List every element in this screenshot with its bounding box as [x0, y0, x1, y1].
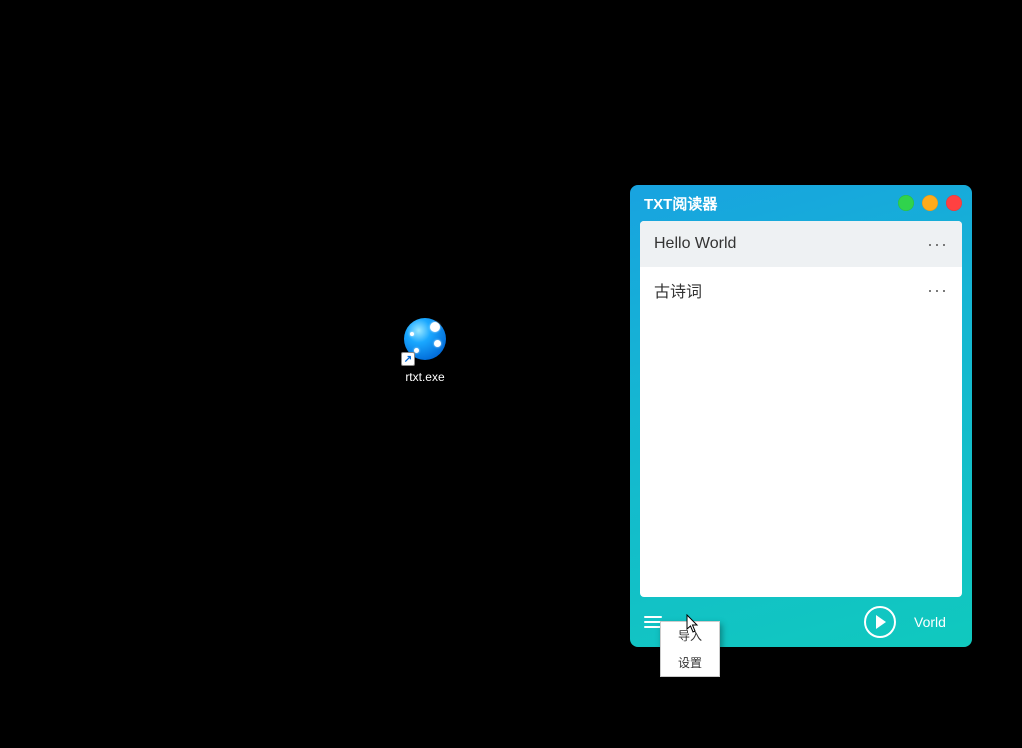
file-list-panel: Hello World ··· 古诗词 ···: [640, 221, 962, 597]
play-icon: [876, 615, 886, 629]
play-button[interactable]: [864, 606, 896, 638]
menu-item-settings[interactable]: 设置: [661, 649, 719, 676]
minimize-button[interactable]: [898, 195, 914, 211]
window-title: TXT阅读器: [644, 193, 890, 214]
desktop-shortcut-rtxt[interactable]: ↗ rtxt.exe: [395, 318, 455, 384]
txt-reader-window: TXT阅读器 Hello World ··· 古诗词 ··· Vorld 导入 …: [630, 185, 972, 647]
shortcut-arrow-icon: ↗: [401, 352, 415, 366]
more-icon[interactable]: ···: [927, 280, 948, 301]
menu-item-import[interactable]: 导入: [661, 622, 719, 649]
titlebar[interactable]: TXT阅读器: [630, 185, 972, 221]
list-item-label: Hello World: [654, 235, 927, 253]
list-item-label: 古诗词: [654, 278, 927, 302]
list-item[interactable]: 古诗词 ···: [640, 267, 962, 313]
hamburger-popup-menu: 导入 设置: [660, 621, 720, 677]
maximize-button[interactable]: [922, 195, 938, 211]
app-globe-icon: ↗: [401, 318, 449, 366]
close-button[interactable]: [946, 195, 962, 211]
more-icon[interactable]: ···: [927, 234, 948, 255]
now-playing-label: Vorld: [914, 614, 958, 630]
desktop-shortcut-label: rtxt.exe: [395, 370, 455, 384]
list-item[interactable]: Hello World ···: [640, 221, 962, 267]
